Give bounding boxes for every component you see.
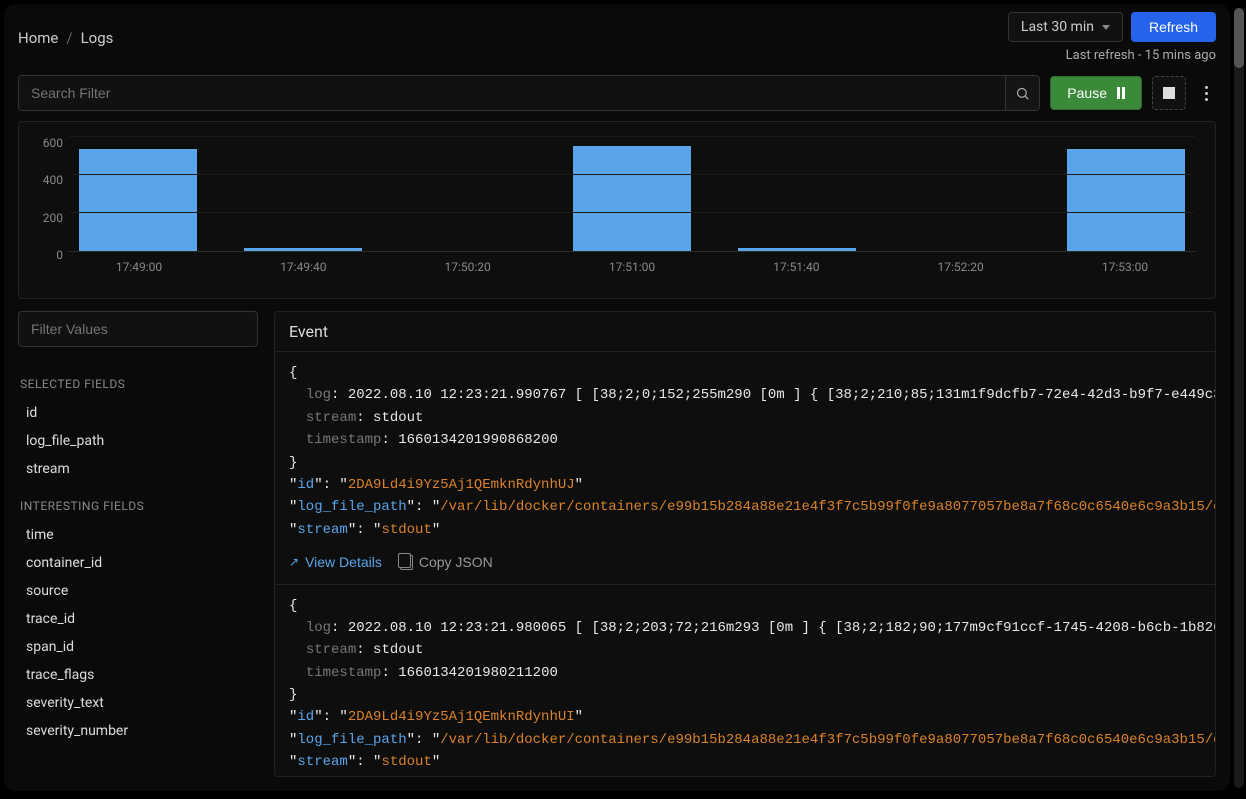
chart-x-tick: 17:52:20 [891, 260, 1031, 274]
chart-x-tick: 17:51:40 [726, 260, 866, 274]
histogram-chart: 600 400 200 0 17:49:0017:49:4017:50:2017… [18, 121, 1216, 299]
chevron-down-icon [1102, 25, 1110, 30]
copy-icon [400, 555, 413, 570]
expand-icon: ↗ [289, 553, 299, 572]
pause-icon [1117, 87, 1125, 99]
selected-fields-heading: SELECTED FIELDS [20, 377, 256, 391]
breadcrumb: Home / Logs [18, 29, 113, 47]
breadcrumb-home[interactable]: Home [18, 29, 58, 47]
field-item-severity_text[interactable]: severity_text [18, 689, 258, 717]
event-panel-title: Event [275, 312, 1215, 351]
chart-x-tick: 17:50:20 [398, 260, 538, 274]
interesting-fields-heading: INTERESTING FIELDS [20, 499, 256, 513]
chart-bar[interactable] [738, 248, 856, 251]
chart-bar[interactable] [79, 149, 197, 251]
filter-values-input[interactable] [18, 311, 258, 347]
search-button[interactable] [1005, 76, 1039, 110]
time-range-selector[interactable]: Last 30 min [1008, 12, 1123, 42]
refresh-button[interactable]: Refresh [1131, 12, 1216, 42]
stop-button[interactable] [1152, 76, 1186, 110]
search-icon [1015, 86, 1030, 101]
field-item-log_file_path[interactable]: log_file_path [18, 427, 258, 455]
fields-sidebar: SELECTED FIELDS idlog_file_pathstream IN… [18, 311, 258, 777]
field-item-source[interactable]: source [18, 577, 258, 605]
chart-y-axis: 600 400 200 0 [29, 136, 63, 262]
field-item-id[interactable]: id [18, 399, 258, 427]
chart-x-tick: 17:49:00 [69, 260, 209, 274]
event-panel: Event { log: 2022.08.10 12:23:21.990767 … [274, 311, 1216, 777]
chart-bar[interactable] [244, 248, 362, 251]
more-options-button[interactable] [1196, 76, 1216, 110]
time-range-label: Last 30 min [1021, 19, 1094, 35]
chart-bar[interactable] [1067, 149, 1185, 251]
breadcrumb-separator: / [66, 29, 72, 47]
event-item[interactable]: { log: 2022.08.10 12:23:21.980065 [ [38;… [275, 584, 1215, 776]
field-item-time[interactable]: time [18, 521, 258, 549]
field-item-span_id[interactable]: span_id [18, 633, 258, 661]
breadcrumb-current: Logs [81, 29, 114, 47]
stop-icon [1163, 87, 1175, 99]
scrollbar-thumb[interactable] [1234, 8, 1244, 68]
event-item[interactable]: { log: 2022.08.10 12:23:21.990767 [ [38;… [275, 351, 1215, 584]
search-input[interactable] [19, 76, 1005, 110]
field-item-trace_flags[interactable]: trace_flags [18, 661, 258, 689]
chart-x-tick: 17:53:00 [1055, 260, 1195, 274]
copy-json-button[interactable]: Copy JSON [400, 551, 493, 573]
scrollbar-track[interactable] [1234, 8, 1244, 788]
chart-x-tick: 17:49:40 [233, 260, 373, 274]
last-refresh-text: Last refresh - 15 mins ago [1066, 48, 1216, 63]
field-item-stream[interactable]: stream [18, 455, 258, 483]
field-item-trace_id[interactable]: trace_id [18, 605, 258, 633]
view-details-button[interactable]: ↗View Details [289, 551, 382, 573]
pause-label: Pause [1067, 85, 1107, 101]
chart-x-tick: 17:51:00 [562, 260, 702, 274]
field-item-severity_number[interactable]: severity_number [18, 717, 258, 745]
pause-button[interactable]: Pause [1050, 76, 1142, 110]
chart-x-axis: 17:49:00 17:49:40 17:50:20 17:51:00 17:51:40… [69, 252, 1195, 274]
field-item-container_id[interactable]: container_id [18, 549, 258, 577]
chart-bar[interactable] [573, 146, 691, 251]
